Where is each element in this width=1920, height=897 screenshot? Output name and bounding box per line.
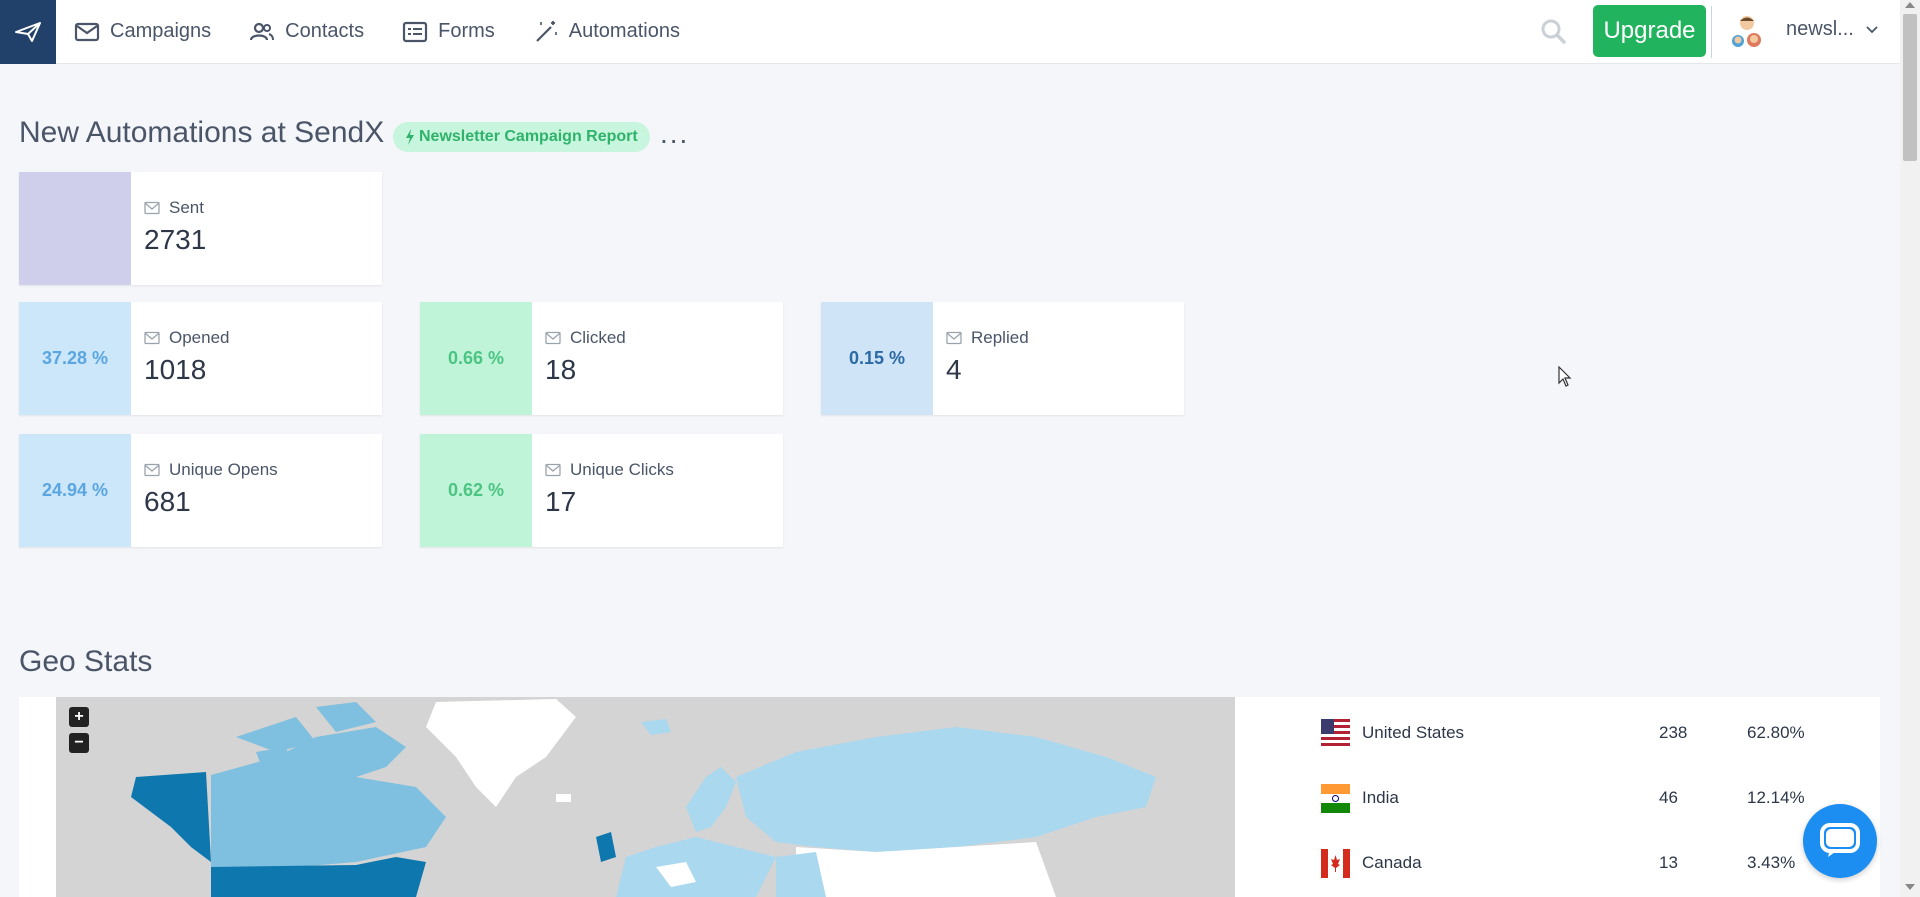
- envelope-icon: [74, 22, 100, 41]
- stat-opened-pct: 37.28 %: [19, 302, 131, 415]
- stat-replied-pct: 0.15 %: [821, 302, 933, 415]
- stat-card-replied: 0.15 % Replied 4: [821, 302, 1184, 415]
- mouse-cursor-icon: [1558, 366, 1572, 387]
- geo-row: India 46 12.14%: [1321, 783, 1805, 813]
- map-zoom-in-button[interactable]: +: [69, 707, 89, 727]
- stat-unique-opens-label: Unique Opens: [169, 460, 278, 479]
- stat-unique-opens-pct: 24.94 %: [19, 434, 131, 547]
- canada-flag-icon: [1321, 848, 1350, 878]
- stat-card-opened: 37.28 % Opened 1018: [19, 302, 382, 415]
- stat-unique-clicks-label: Unique Clicks: [570, 460, 674, 479]
- geo-percent: 3.43%: [1747, 853, 1796, 872]
- nav-forms[interactable]: Forms: [402, 19, 495, 45]
- nav-contacts[interactable]: Contacts: [249, 19, 364, 45]
- envelope-icon: [144, 201, 160, 215]
- map-zoom-out-button[interactable]: −: [69, 733, 89, 753]
- scroll-down-arrow-icon[interactable]: [1905, 884, 1915, 890]
- geo-count: 13: [1659, 853, 1678, 872]
- envelope-icon: [946, 331, 962, 345]
- geo-count: 46: [1659, 788, 1678, 807]
- envelope-icon: [144, 331, 160, 345]
- geo-row: Canada 13 3.43%: [1321, 848, 1795, 878]
- geo-row: United States 238 62.80%: [1321, 718, 1805, 748]
- envelope-icon: [545, 463, 561, 477]
- campaign-report-badge-label: Newsletter Campaign Report: [419, 128, 638, 145]
- geo-country: United States: [1362, 723, 1465, 742]
- envelope-icon: [144, 463, 160, 477]
- stat-clicked-label: Clicked: [570, 328, 626, 347]
- envelope-icon: [545, 331, 561, 345]
- avatar[interactable]: [1727, 12, 1767, 52]
- live-chat-button[interactable]: [1803, 804, 1877, 878]
- nav-automations[interactable]: Automations: [533, 19, 680, 45]
- stat-opened-label: Opened: [169, 328, 230, 347]
- form-icon: [403, 21, 428, 42]
- stat-unique-opens-value: 681: [144, 486, 191, 517]
- sendx-logo[interactable]: [0, 0, 56, 64]
- nav-campaigns-label: Campaigns: [110, 20, 212, 42]
- india-flag-icon: [1321, 783, 1350, 813]
- lightning-icon: [406, 129, 414, 145]
- stat-unique-clicks-value: 17: [545, 486, 577, 517]
- stat-replied-value: 4: [946, 354, 962, 385]
- upgrade-button[interactable]: Upgrade: [1593, 5, 1706, 57]
- nav-automations-label: Automations: [568, 20, 680, 42]
- geo-country: Canada: [1362, 853, 1422, 872]
- stat-sent-pct: [19, 172, 131, 285]
- main-nav: Campaigns Contacts Forms Automations: [74, 0, 718, 64]
- stat-clicked-pct: 0.66 %: [420, 302, 532, 415]
- stat-opened-value: 1018: [144, 354, 207, 385]
- page-title: New Automations at SendX: [19, 116, 385, 149]
- geo-country: India: [1362, 788, 1399, 807]
- stat-card-sent: Sent 2731: [19, 172, 382, 285]
- geo-percent: 12.14%: [1747, 788, 1805, 807]
- chat-bubble-icon: [1820, 823, 1860, 857]
- stat-clicked-value: 18: [545, 354, 577, 385]
- stat-sent-label: Sent: [169, 198, 204, 217]
- paper-plane-icon: [15, 21, 41, 42]
- nav-forms-label: Forms: [438, 20, 495, 42]
- stat-replied-label: Replied: [971, 328, 1029, 347]
- geo-count: 238: [1659, 723, 1688, 742]
- user-menu-name[interactable]: newsl...: [1786, 18, 1854, 41]
- more-options-button[interactable]: ...: [660, 118, 689, 150]
- world-map[interactable]: [56, 697, 1235, 897]
- magic-wand-icon: [536, 20, 557, 42]
- campaign-report-badge[interactable]: Newsletter Campaign Report: [393, 122, 650, 152]
- world-map-graphic: [131, 699, 1156, 897]
- search-icon[interactable]: [1538, 16, 1568, 46]
- users-icon: [250, 22, 275, 40]
- stat-card-clicked: 0.66 % Clicked 18: [420, 302, 783, 415]
- stat-sent-value: 2731: [144, 224, 207, 255]
- stat-card-unique-clicks: 0.62 % Unique Clicks 17: [420, 434, 783, 547]
- page-scrollbar[interactable]: [1900, 0, 1920, 897]
- nav-contacts-label: Contacts: [285, 20, 365, 42]
- stat-card-unique-opens: 24.94 % Unique Opens 681: [19, 434, 382, 547]
- scroll-thumb[interactable]: [1903, 14, 1917, 161]
- scroll-up-arrow-icon[interactable]: [1905, 2, 1915, 8]
- nav-campaigns[interactable]: Campaigns: [74, 19, 211, 45]
- us-flag-icon: [1321, 718, 1350, 748]
- geo-stats-title: Geo Stats: [19, 645, 153, 678]
- nav-divider: [1711, 6, 1712, 58]
- stat-unique-clicks-pct: 0.62 %: [420, 434, 532, 547]
- chevron-down-icon[interactable]: [1864, 22, 1880, 38]
- geo-percent: 62.80%: [1747, 723, 1805, 742]
